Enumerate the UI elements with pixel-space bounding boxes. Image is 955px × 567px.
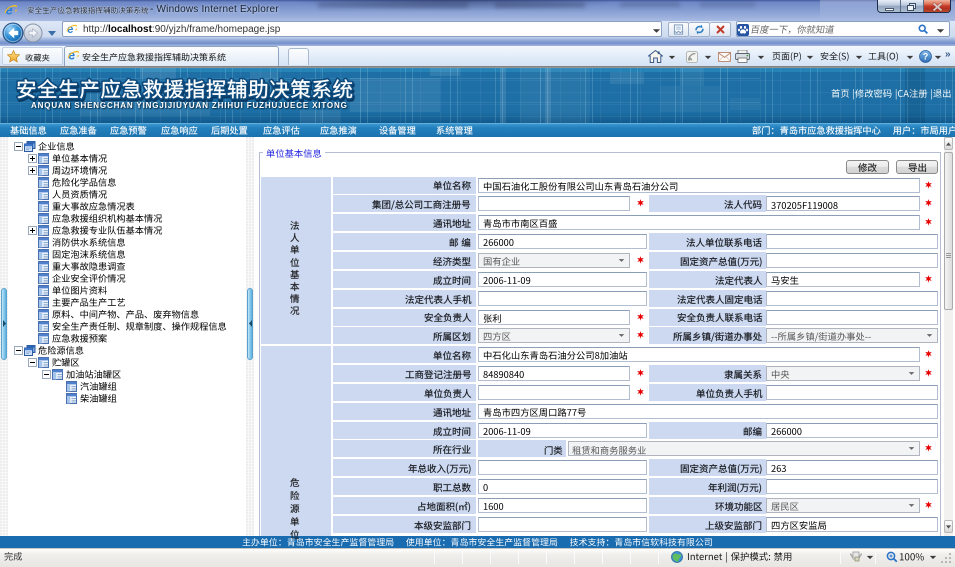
svg-text:?: ?	[923, 52, 929, 62]
